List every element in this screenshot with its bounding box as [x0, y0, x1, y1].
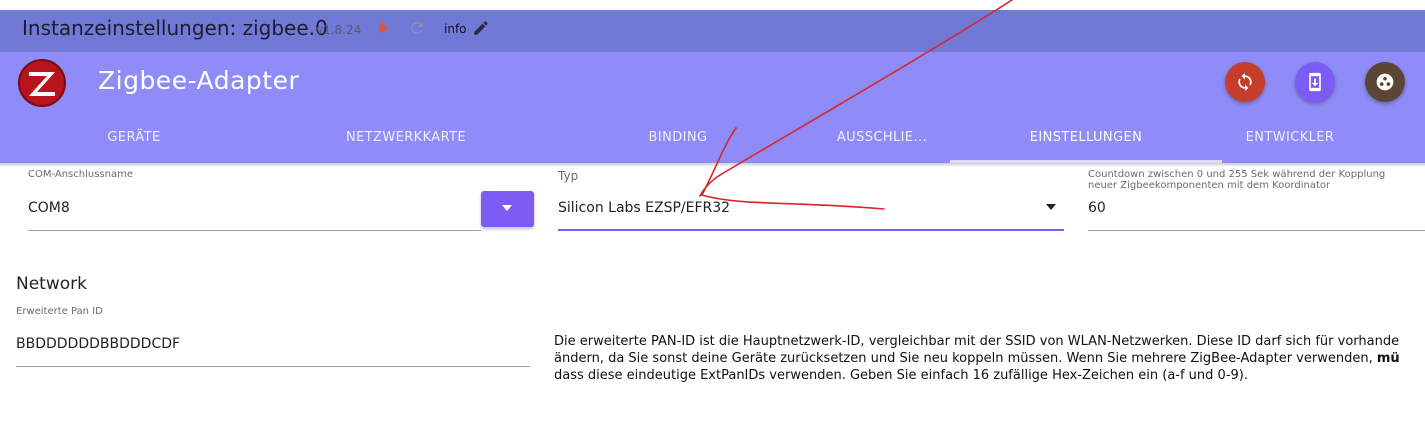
panid-desc-line2-text: ändern, da Sie sonst deine Geräte zurück… — [554, 351, 1377, 366]
info-label: info — [444, 22, 467, 36]
panid-desc-line2-bold: mü — [1376, 351, 1400, 366]
panid-desc-line1: Die erweiterte PAN-ID ist die Hauptnetzw… — [554, 334, 1400, 349]
countdown-underline — [1088, 230, 1425, 231]
app-header: Zigbee-Adapter GERÄTE NETZWERKKARTE BIND… — [0, 52, 1425, 163]
reload-icon[interactable] — [408, 19, 426, 37]
panid-desc-line2: ändern, da Sie sonst deine Geräte zurück… — [554, 350, 1425, 367]
countdown-label-line2: neuer Zigbeekomponenten mit dem Koordina… — [1088, 180, 1331, 191]
panid-description: Die erweiterte PAN-ID ist die Hauptnetzw… — [554, 333, 1425, 384]
network-button[interactable] — [1365, 62, 1405, 102]
tab-ausschliessen[interactable]: AUSSCHLIE... — [820, 130, 944, 145]
download-device-icon — [1309, 72, 1321, 92]
com-port-underline — [28, 230, 481, 231]
adapter-type-label: Typ — [558, 169, 579, 183]
panid-input[interactable]: BBDDDDDDBBDDDCDF — [16, 336, 180, 352]
tab-netzwerkkarte[interactable]: NETZWERKKARTE — [318, 130, 494, 145]
adapter-type-underline — [558, 229, 1064, 231]
version-label: v1.8.24 — [316, 23, 362, 37]
network-icon — [1376, 73, 1394, 91]
countdown-label-line1: Countdown zwischen 0 und 255 Sek während… — [1088, 169, 1386, 180]
instance-title: Instanzeinstellungen: zigbee.0 — [22, 16, 328, 40]
caret-down-icon — [502, 205, 512, 211]
edit-icon[interactable] — [472, 19, 490, 37]
adapter-type-select[interactable]: Silicon Labs EZSP/EFR32 — [558, 200, 730, 216]
instance-settings-bar: Instanzeinstellungen: zigbee.0 v1.8.24 i… — [0, 10, 1425, 52]
tab-entwickler[interactable]: ENTWICKLER — [1220, 130, 1360, 145]
header-shadow — [0, 163, 1425, 167]
panid-desc-line3: dass diese eindeutige ExtPanIDs verwende… — [554, 368, 1248, 383]
zigbee-logo-icon — [18, 59, 66, 107]
sync-button[interactable] — [1225, 62, 1265, 102]
app-title: Zigbee-Adapter — [98, 66, 300, 95]
com-port-dropdown-button[interactable] — [481, 191, 534, 227]
com-port-input[interactable]: COM8 — [28, 200, 70, 216]
play-icon[interactable] — [377, 20, 391, 36]
select-arrow-icon[interactable] — [1045, 203, 1057, 211]
panid-label: Erweiterte Pan ID — [16, 306, 103, 317]
tab-binding[interactable]: BINDING — [618, 130, 738, 145]
download-device-button[interactable] — [1295, 62, 1335, 102]
panid-underline — [16, 366, 530, 367]
tab-einstellungen[interactable]: EINSTELLUNGEN — [1000, 130, 1172, 145]
com-port-label: COM-Anschlussname — [28, 169, 133, 180]
countdown-input[interactable]: 60 — [1088, 200, 1106, 216]
tab-geraete[interactable]: GERÄTE — [60, 130, 208, 145]
sync-icon — [1238, 72, 1252, 92]
network-section-title: Network — [16, 274, 87, 294]
